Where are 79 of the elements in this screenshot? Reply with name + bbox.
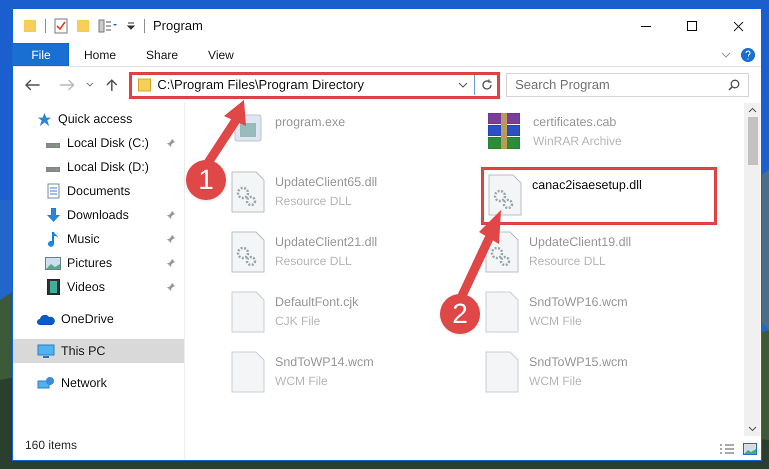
star-icon [37, 112, 52, 126]
music-note-icon [47, 231, 59, 247]
nav-item[interactable]: Quick access [13, 107, 184, 131]
ribbon-tab[interactable]: File [13, 43, 69, 66]
network-icon [37, 376, 55, 390]
checklist-icon[interactable] [54, 18, 68, 34]
gear-file-icon [231, 171, 265, 213]
file-type: Resource DLL [275, 252, 353, 270]
search-field[interactable]: Search Program [506, 73, 750, 97]
nav-item[interactable]: This PC [13, 339, 184, 363]
chevron-down-icon[interactable] [86, 82, 94, 88]
file-name: SndToWP15.wcm [529, 354, 628, 371]
file-tile[interactable]: canac2isaesetup.dll [481, 167, 717, 225]
nav-item[interactable]: Videos [13, 275, 184, 299]
download-arrow-icon [46, 207, 60, 223]
item-count: 160 items [25, 437, 78, 454]
film-icon [46, 279, 60, 295]
ribbon-tab[interactable]: Share [131, 43, 194, 66]
file-name: canac2isaesetup.dll [532, 177, 642, 194]
search-input[interactable]: Search Program [515, 75, 728, 95]
file-type: Resource DLL [529, 252, 607, 270]
file-name: program.exe [275, 114, 346, 131]
address-bar[interactable]: C:\Program Files\Program Directory [129, 72, 500, 98]
chevron-down-icon[interactable] [458, 82, 468, 88]
file-type: CJK File [275, 312, 322, 330]
file-type: WCM File [529, 372, 583, 390]
up-arrow-icon[interactable] [106, 78, 118, 92]
file-icon [231, 291, 265, 333]
file-name: DefaultFont.cjk [275, 294, 358, 311]
nav-item[interactable]: Pictures [13, 251, 184, 275]
pin-icon[interactable] [166, 234, 176, 244]
file-name: certificates.cab [533, 114, 618, 131]
file-icon [231, 351, 265, 393]
nav-item[interactable]: Local Disk (D:) [13, 155, 184, 179]
cloud-icon [37, 313, 55, 325]
scroll-thumb[interactable] [748, 117, 758, 165]
nav-item[interactable]: Network [13, 371, 184, 395]
forward-arrow-icon[interactable] [58, 79, 74, 91]
archive-icon [485, 111, 523, 151]
file-type: WCM File [275, 372, 329, 390]
refresh-icon[interactable] [481, 79, 494, 91]
folder-icon [138, 78, 152, 92]
pin-icon[interactable] [166, 282, 176, 292]
gear-file-icon [488, 174, 522, 216]
file-name: UpdateClient65.dll [275, 174, 378, 191]
file-type: WCM File [529, 312, 583, 330]
file-type: WinRAR Archive [533, 132, 622, 150]
help-icon[interactable] [741, 48, 755, 62]
file-type: Resource DLL [275, 192, 353, 210]
pin-icon[interactable] [166, 258, 176, 268]
ribbon-tab[interactable]: View [193, 43, 249, 66]
thumbnail-view-icon[interactable] [743, 443, 757, 455]
search-icon [728, 79, 740, 91]
scrollbar[interactable] [744, 103, 761, 436]
properties-icon[interactable] [98, 19, 118, 33]
gear-file-icon [231, 231, 265, 273]
file-icon [485, 291, 519, 333]
window-title: Program [153, 17, 203, 36]
details-view-icon[interactable] [719, 443, 735, 456]
file-name: SndToWP14.wcm [275, 354, 374, 371]
file-name: UpdateClient21.dll [275, 234, 378, 251]
pin-icon[interactable] [166, 138, 176, 148]
nav-item[interactable]: Documents [13, 179, 184, 203]
file-name: SndToWP16.wcm [529, 294, 628, 311]
back-arrow-icon[interactable] [25, 79, 41, 91]
address-path: C:\Program Files\Program Directory [157, 76, 364, 94]
pin-icon[interactable] [166, 210, 176, 220]
file-name: UpdateClient19.dll [529, 234, 632, 251]
monitor-icon [37, 344, 55, 358]
nav-item[interactable]: Downloads [13, 203, 184, 227]
file-icon [485, 351, 519, 393]
nav-item[interactable]: Music [13, 227, 184, 251]
nav-item[interactable]: OneDrive [13, 307, 184, 331]
document-icon [46, 183, 60, 199]
close-icon [732, 20, 744, 32]
picture-icon [45, 256, 61, 270]
ribbon-tab[interactable]: Home [69, 43, 132, 66]
dropdown-icon[interactable] [126, 21, 136, 31]
nav-item[interactable]: Local Disk (C:) [13, 131, 184, 155]
